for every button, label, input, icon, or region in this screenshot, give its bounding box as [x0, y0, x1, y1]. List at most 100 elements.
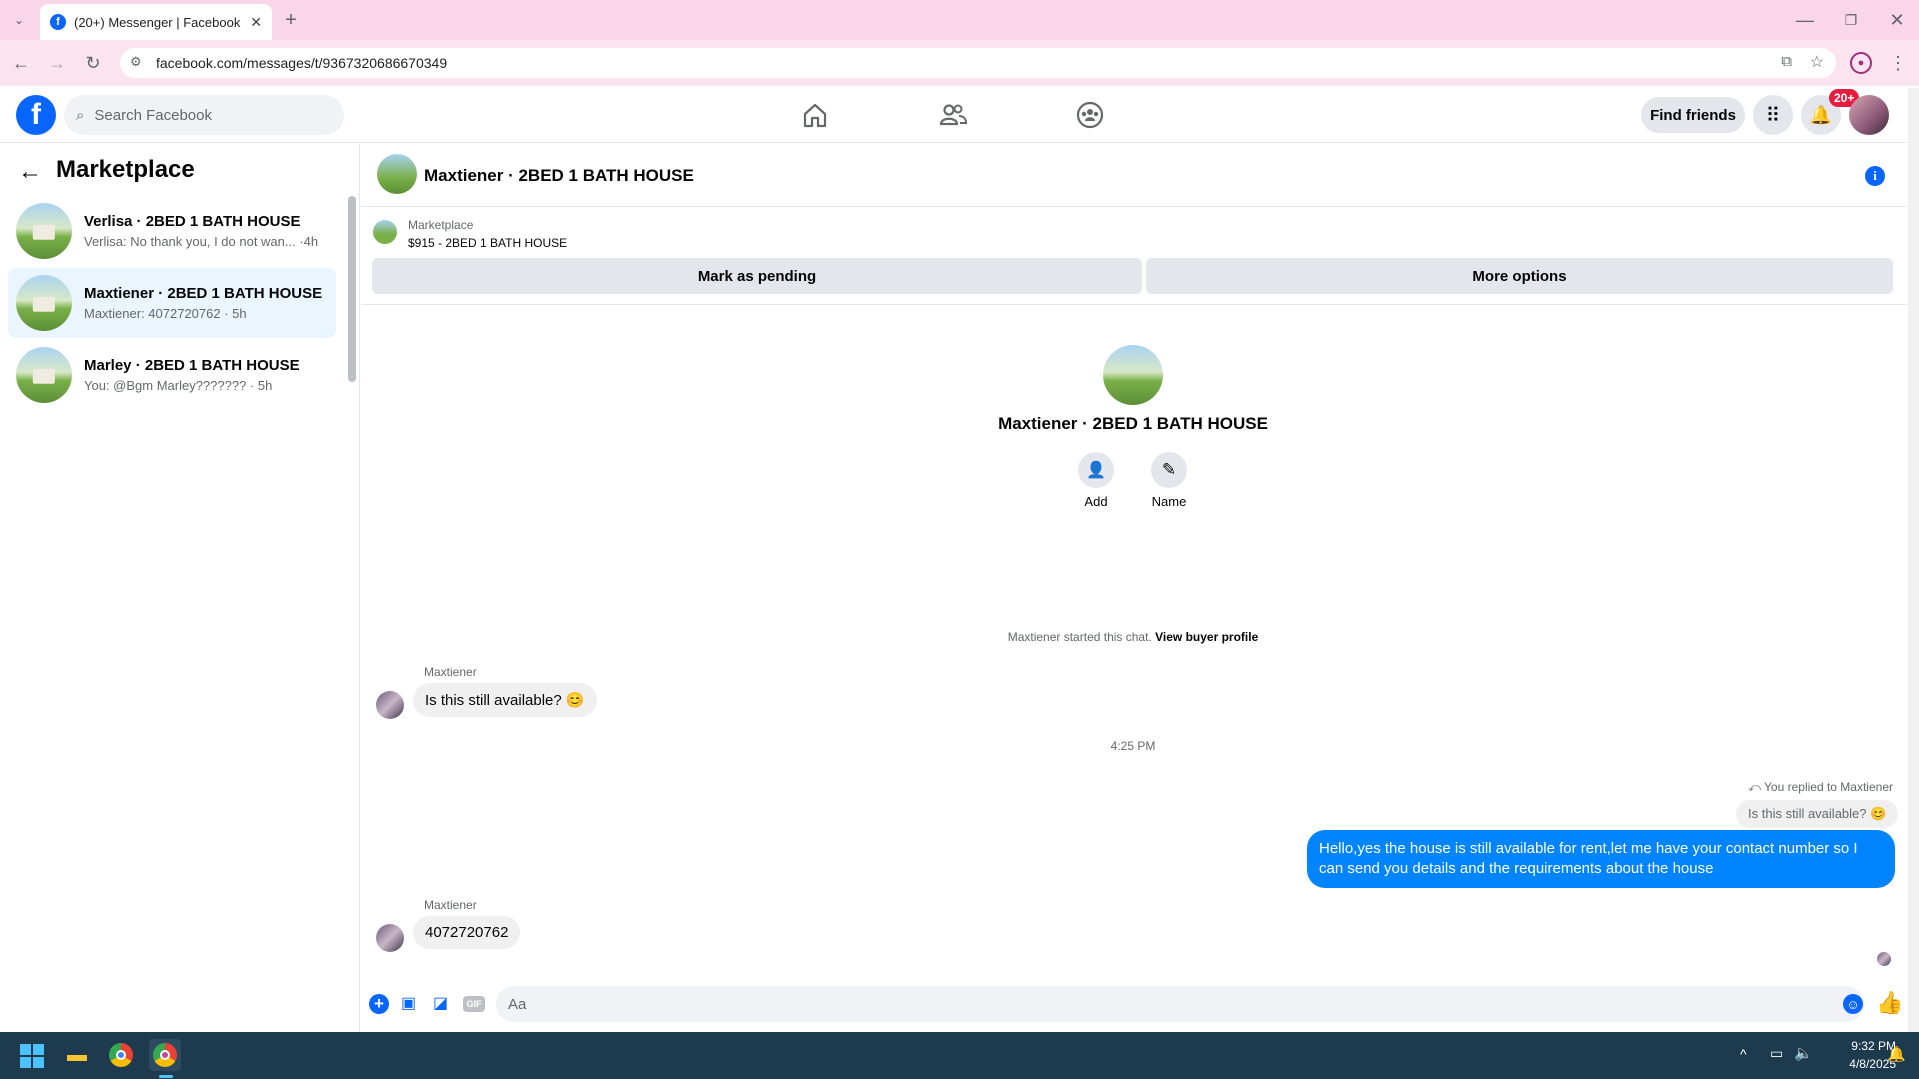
conversation-preview: Verlisa: No thank you, I do not wan... ·…: [84, 234, 319, 249]
chat-header-avatar[interactable]: [377, 154, 417, 194]
listing-thumbnail: [373, 220, 397, 244]
menu-grid-icon[interactable]: ⠿: [1753, 95, 1793, 135]
facebook-logo-icon[interactable]: f: [16, 95, 56, 135]
volume-icon[interactable]: 🔈: [1794, 1044, 1813, 1062]
friends-icon[interactable]: [938, 100, 968, 130]
sender-avatar[interactable]: [376, 691, 404, 719]
quoted-message[interactable]: Is this still available? 😊: [1736, 800, 1899, 828]
search-icon: ⌕: [76, 106, 85, 124]
browser-tab-bar: ⌄ f (20+) Messenger | Facebook ✕ + — ❐ ✕: [0, 0, 1919, 40]
bookmark-star-icon[interactable]: ☆: [1810, 52, 1824, 72]
profile-avatar: [1103, 345, 1163, 405]
new-tab-icon[interactable]: +: [278, 7, 304, 33]
conversation-item-selected[interactable]: Maxtiener · 2BED 1 BATH HOUSE Maxtiener: …: [8, 268, 336, 338]
time-separator: 4:25 PM: [1110, 739, 1156, 753]
chat-started-notice: Maxtiener started this chat. View buyer …: [833, 630, 1433, 644]
conversation-sidebar: ← Marketplace Verlisa · 2BED 1 BATH HOUS…: [0, 144, 360, 1032]
forward-icon[interactable]: →: [44, 50, 70, 76]
file-explorer-icon[interactable]: ▬: [61, 1039, 93, 1071]
photo-icon[interactable]: ▣: [401, 993, 416, 1013]
sidebar-title: Marketplace: [56, 156, 195, 183]
divider: [361, 304, 1907, 305]
tab-title: (20+) Messenger | Facebook: [74, 14, 241, 30]
groups-icon[interactable]: [1075, 100, 1105, 130]
info-icon[interactable]: i: [1865, 166, 1885, 186]
browser-tab[interactable]: f (20+) Messenger | Facebook ✕: [40, 4, 272, 40]
chrome-profile-icon[interactable]: [149, 1039, 181, 1071]
profile-name: Maxtiener · 2BED 1 BATH HOUSE: [998, 414, 1268, 433]
like-thumbs-up-icon[interactable]: 👍: [1876, 990, 1903, 1016]
sender-name: Maxtiener: [424, 665, 477, 679]
plus-icon[interactable]: +: [369, 994, 389, 1014]
replied-to-text: You replied to Maxtiener: [1764, 780, 1893, 794]
windows-taskbar: ▬ ^ ▭ 🔈 9:32 PM 4/8/2025 🔔: [0, 1032, 1919, 1079]
reply-indicator: ⤺ You replied to Maxtiener: [1593, 780, 1893, 795]
profile-icon[interactable]: ●: [1850, 52, 1872, 74]
account-avatar[interactable]: [1849, 95, 1889, 135]
active-app-indicator: [159, 1075, 173, 1078]
tray-chevron-icon[interactable]: ^: [1740, 1046, 1747, 1062]
started-text: Maxtiener started this chat.: [1007, 630, 1152, 644]
reload-icon[interactable]: ↻: [80, 50, 106, 76]
facebook-favicon-icon: f: [50, 14, 66, 30]
find-friends-button[interactable]: Find friends: [1641, 97, 1745, 133]
url-text: facebook.com/messages/t/9367320686670349: [156, 55, 448, 71]
chat-header-title[interactable]: Maxtiener · 2BED 1 BATH HOUSE: [424, 166, 694, 186]
windows-start-icon[interactable]: [20, 1044, 44, 1068]
back-icon[interactable]: ←: [8, 50, 34, 76]
listing-avatar: [16, 347, 72, 403]
network-icon[interactable]: ▭: [1770, 1045, 1783, 1062]
message-input-placeholder: Aa: [508, 995, 527, 1013]
sender-name: Maxtiener: [424, 898, 477, 912]
add-label: Add: [1084, 494, 1108, 509]
message-bubble-incoming[interactable]: 4072720762: [413, 916, 521, 949]
seen-avatar: [1877, 952, 1891, 966]
message-bubble-incoming[interactable]: Is this still available? 😊: [413, 683, 597, 717]
conversation-item[interactable]: Verlisa · 2BED 1 BATH HOUSE Verlisa: No t…: [8, 196, 336, 266]
home-icon[interactable]: [800, 100, 830, 130]
emoji-icon[interactable]: ☺: [1843, 994, 1863, 1014]
search-input[interactable]: Search Facebook: [94, 107, 212, 124]
gif-icon[interactable]: GIF: [463, 996, 485, 1012]
conversation-preview: You: @Bgm Marley??????? · 5h: [84, 378, 273, 393]
name-label: Name: [1151, 494, 1187, 509]
close-window-icon[interactable]: ✕: [1884, 7, 1910, 33]
sticker-icon[interactable]: ◪: [433, 993, 448, 1013]
chat-panel: Maxtiener · 2BED 1 BATH HOUSE i Marketpl…: [361, 144, 1907, 1032]
listing-avatar: [16, 275, 72, 331]
restore-icon[interactable]: ❐: [1838, 7, 1864, 33]
chrome-icon[interactable]: [105, 1039, 137, 1071]
facebook-header: f ⌕ Search Facebook Find friends ⠿ 🔔 20+: [0, 86, 1919, 143]
close-tab-icon[interactable]: ✕: [250, 14, 262, 31]
more-options-button[interactable]: More options: [1146, 258, 1893, 294]
mark-as-pending-button[interactable]: Mark as pending: [372, 258, 1142, 294]
view-buyer-profile-link[interactable]: View buyer profile: [1155, 630, 1258, 644]
install-app-icon[interactable]: ⧉: [1781, 53, 1792, 70]
address-bar[interactable]: ⚙ facebook.com/messages/t/93673206866703…: [120, 48, 1836, 78]
notification-center-icon[interactable]: 🔔: [1887, 1045, 1906, 1063]
message-bubble-outgoing[interactable]: Hello,yes the house is still available f…: [1307, 830, 1895, 888]
pencil-icon[interactable]: ✎: [1151, 452, 1187, 488]
message-input[interactable]: Aa: [496, 986, 1864, 1022]
conversation-item[interactable]: Marley · 2BED 1 BATH HOUSE You: @Bgm Marl…: [8, 340, 336, 410]
page-scrollbar[interactable]: [1908, 88, 1919, 1032]
clock-date[interactable]: 4/8/2025: [1826, 1057, 1896, 1071]
back-arrow-icon[interactable]: ←: [18, 158, 42, 186]
minimize-icon[interactable]: —: [1792, 7, 1818, 33]
conversation-name: Marley · 2BED 1 BATH HOUSE: [84, 357, 300, 374]
search-box[interactable]: ⌕ Search Facebook: [64, 95, 344, 135]
clock-time[interactable]: 9:32 PM: [1826, 1039, 1896, 1053]
conversation-name: Maxtiener · 2BED 1 BATH HOUSE: [84, 285, 323, 302]
chrome-menu-icon[interactable]: ⋮: [1885, 50, 1911, 76]
reply-icon: ⤺: [1748, 780, 1765, 794]
sidebar-scrollbar[interactable]: [348, 196, 356, 382]
conversation-name: Verlisa · 2BED 1 BATH HOUSE: [84, 213, 301, 230]
site-info-icon[interactable]: ⚙: [130, 54, 142, 70]
tab-list-icon[interactable]: ⌄: [6, 7, 32, 33]
divider: [361, 206, 1907, 207]
listing-title[interactable]: $915 - 2BED 1 BATH HOUSE: [408, 236, 567, 250]
listing-avatar: [16, 203, 72, 259]
sender-avatar[interactable]: [376, 924, 404, 952]
listing-label: Marketplace: [408, 218, 474, 232]
add-person-icon[interactable]: 👤: [1078, 452, 1114, 488]
